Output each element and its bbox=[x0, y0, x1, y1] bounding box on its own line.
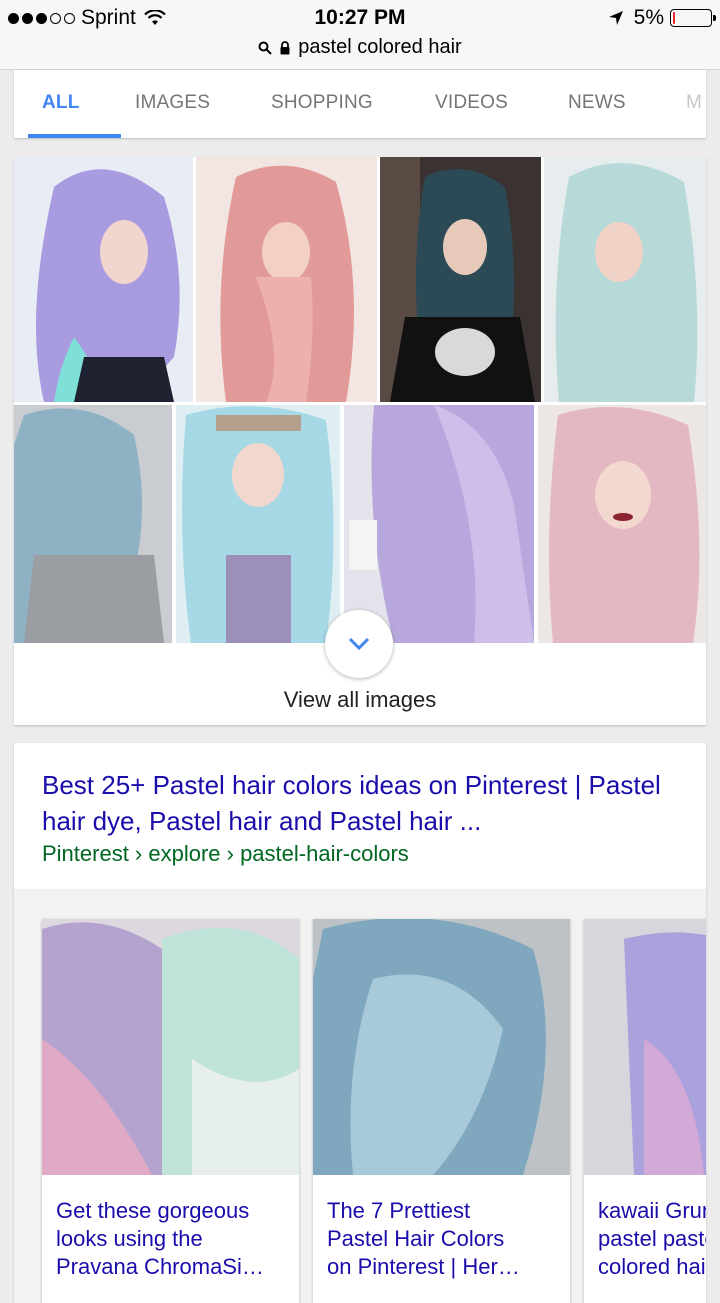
pinterest-result-card: Best 25+ Pastel hair colors ideas on Pin… bbox=[14, 743, 706, 1303]
pin-image bbox=[42, 919, 299, 1175]
chevron-down-icon bbox=[348, 637, 370, 651]
battery-icon bbox=[670, 9, 716, 27]
image-result-thumbnail[interactable] bbox=[344, 405, 534, 643]
image-result-thumbnail[interactable] bbox=[380, 157, 541, 402]
image-result-thumbnail[interactable] bbox=[14, 157, 193, 402]
carousel-card-title: Get these gorgeous looks using the Prava… bbox=[56, 1198, 264, 1279]
result-title-link[interactable]: Best 25+ Pastel hair colors ideas on Pin… bbox=[42, 767, 662, 839]
carousel-card-title: kawaii Grun pastel paste colored hai bbox=[598, 1198, 706, 1279]
view-all-images-link[interactable]: View all images bbox=[14, 687, 706, 713]
address-text: pastel colored hair bbox=[298, 36, 462, 58]
carousel-card[interactable]: The 7 Prettiest Pastel Hair Colors on Pi… bbox=[313, 919, 570, 1303]
image-result-thumbnail[interactable] bbox=[538, 405, 706, 643]
address-bar[interactable]: pastel colored hair bbox=[0, 36, 720, 59]
pin-carousel[interactable]: Get these gorgeous looks using the Prava… bbox=[14, 889, 706, 1303]
battery-level bbox=[673, 12, 675, 24]
tab-shopping[interactable]: SHOPPING bbox=[271, 92, 373, 114]
tab-images[interactable]: IMAGES bbox=[135, 92, 210, 114]
carousel-card-title: The 7 Prettiest Pastel Hair Colors on Pi… bbox=[327, 1198, 520, 1279]
carousel-card[interactable]: kawaii Grun pastel paste colored hai bbox=[584, 919, 706, 1303]
status-right: 5% bbox=[608, 6, 716, 30]
expand-images-button[interactable] bbox=[325, 610, 393, 678]
tab-news[interactable]: NEWS bbox=[568, 92, 626, 114]
image-result-thumbnail[interactable] bbox=[196, 157, 377, 402]
pin-image bbox=[584, 919, 706, 1175]
search-tabs: ALL IMAGES SHOPPING VIDEOS NEWS M bbox=[14, 70, 706, 138]
result-url-breadcrumb: Pinterest › explore › pastel-hair-colors bbox=[42, 841, 409, 866]
image-result-thumbnail[interactable] bbox=[544, 157, 706, 402]
tab-videos[interactable]: VIDEOS bbox=[435, 92, 508, 114]
status-bar: Sprint 10:27 PM 5% pastel colored hair bbox=[0, 0, 720, 70]
tab-more[interactable]: M bbox=[686, 92, 702, 114]
tab-all[interactable]: ALL bbox=[42, 92, 80, 114]
image-results-card: View all images bbox=[14, 157, 706, 725]
search-icon bbox=[258, 41, 272, 55]
lock-icon bbox=[280, 40, 290, 54]
pin-image bbox=[313, 919, 570, 1175]
carousel-card[interactable]: Get these gorgeous looks using the Prava… bbox=[42, 919, 299, 1303]
image-result-thumbnail[interactable] bbox=[176, 405, 340, 643]
location-arrow-icon bbox=[608, 11, 623, 25]
image-result-thumbnail[interactable] bbox=[14, 405, 172, 643]
battery-percent: 5% bbox=[633, 6, 664, 29]
active-tab-indicator bbox=[28, 134, 121, 138]
